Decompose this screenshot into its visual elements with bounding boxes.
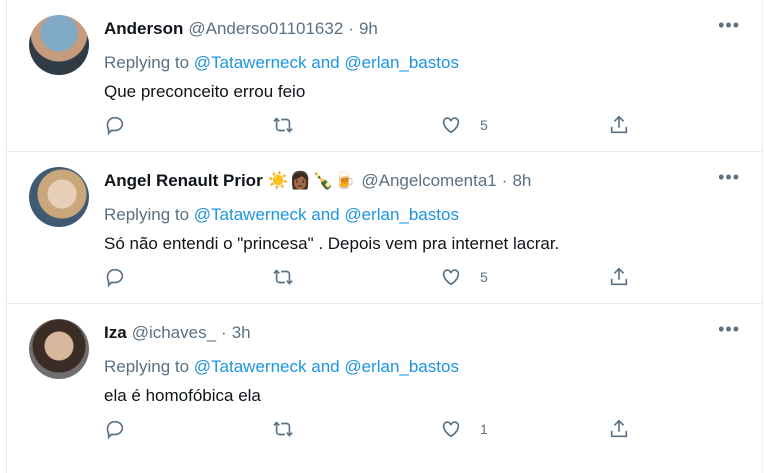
avatar[interactable] — [29, 15, 89, 75]
reply-button[interactable] — [104, 418, 126, 440]
tweet-card[interactable]: Iza @ichaves_ · 3h ••• Replying to @Tata… — [7, 304, 762, 456]
replying-to: Replying to @Tatawerneck and @erlan_bast… — [104, 357, 459, 377]
retweet-button[interactable] — [272, 114, 294, 136]
replying-prefix: Replying to — [104, 357, 190, 376]
share-button[interactable] — [608, 266, 630, 288]
tweet-text: Só não entendi o "princesa" . Depois vem… — [104, 234, 560, 253]
replying-prefix: Replying to — [104, 53, 190, 72]
tweet-header: Iza @ichaves_ · 3h — [104, 323, 251, 343]
separator-dot: · — [348, 19, 354, 38]
reply-button[interactable] — [104, 266, 126, 288]
like-count: 1 — [480, 421, 488, 437]
more-horizontal-icon[interactable]: ••• — [718, 168, 740, 186]
like-count: 5 — [480, 117, 488, 133]
replying-to: Replying to @Tatawerneck and @erlan_bast… — [104, 205, 459, 225]
display-name[interactable]: Angel Renault Prior — [104, 171, 263, 191]
tweet-actions: 5 — [104, 114, 664, 140]
more-horizontal-icon[interactable]: ••• — [718, 320, 740, 338]
share-button[interactable] — [608, 114, 630, 136]
display-name[interactable]: Iza — [104, 323, 127, 343]
like-button[interactable]: 5 — [440, 266, 488, 288]
reply-bubble-icon — [106, 268, 124, 288]
tweet-card[interactable]: Angel Renault Prior ☀️👩🏾🍾🍺 @Angelcomenta… — [7, 152, 762, 304]
like-count: 5 — [480, 269, 488, 285]
mention-link[interactable]: @Tatawerneck — [194, 205, 307, 224]
tweet-text: Que preconceito errou feio — [104, 82, 306, 101]
display-name[interactable]: Anderson — [104, 19, 183, 39]
mention-link[interactable]: @erlan_bastos — [344, 53, 459, 72]
replying-and: and — [311, 357, 340, 376]
more-horizontal-icon[interactable]: ••• — [718, 16, 740, 34]
separator-dot: · — [221, 323, 227, 342]
tweet-card[interactable]: Anderson @Anderso01101632 · 9h ••• Reply… — [7, 0, 762, 152]
tweet-header: Anderson @Anderso01101632 · 9h — [104, 19, 378, 39]
retweet-icon — [273, 269, 293, 285]
replying-and: and — [311, 53, 340, 72]
tweet-header: Angel Renault Prior ☀️👩🏾🍾🍺 @Angelcomenta… — [104, 171, 531, 191]
avatar[interactable] — [29, 167, 89, 227]
share-button[interactable] — [608, 418, 630, 440]
mention-link[interactable]: @erlan_bastos — [344, 357, 459, 376]
retweet-button[interactable] — [272, 266, 294, 288]
reply-bubble-icon — [106, 420, 124, 440]
timestamp[interactable]: 8h — [512, 171, 531, 191]
retweet-button[interactable] — [272, 418, 294, 440]
user-handle[interactable]: @ichaves_ — [132, 323, 216, 343]
retweet-icon — [273, 117, 293, 133]
avatar[interactable] — [29, 319, 89, 379]
like-button[interactable]: 5 — [440, 114, 488, 136]
separator-dot: · — [501, 171, 508, 190]
share-icon — [610, 267, 628, 286]
mention-link[interactable]: @Tatawerneck — [194, 357, 307, 376]
tweet-actions: 5 — [104, 266, 664, 292]
reply-button[interactable] — [104, 114, 126, 136]
heart-icon — [442, 269, 460, 286]
tweet-text: ela é homofóbica ela — [104, 386, 261, 405]
user-handle[interactable]: @Anderso01101632 — [188, 19, 343, 39]
timestamp[interactable]: 9h — [359, 19, 378, 39]
replying-and: and — [311, 205, 340, 224]
mention-link[interactable]: @erlan_bastos — [344, 205, 459, 224]
user-handle[interactable]: @Angelcomenta1 — [361, 171, 496, 191]
reply-thread: Anderson @Anderso01101632 · 9h ••• Reply… — [6, 0, 763, 473]
retweet-icon — [273, 421, 293, 437]
heart-icon — [442, 421, 460, 438]
reply-bubble-icon — [106, 116, 124, 136]
like-button[interactable]: 1 — [440, 418, 488, 440]
replying-to: Replying to @Tatawerneck and @erlan_bast… — [104, 53, 459, 73]
share-icon — [610, 419, 628, 438]
mention-link[interactable]: @Tatawerneck — [194, 53, 307, 72]
replying-prefix: Replying to — [104, 205, 190, 224]
tweet-actions: 1 — [104, 418, 664, 444]
timestamp[interactable]: 3h — [232, 323, 251, 343]
name-emoji: ☀️👩🏾🍾🍺 — [267, 171, 357, 190]
heart-icon — [442, 117, 460, 134]
share-icon — [610, 115, 628, 134]
